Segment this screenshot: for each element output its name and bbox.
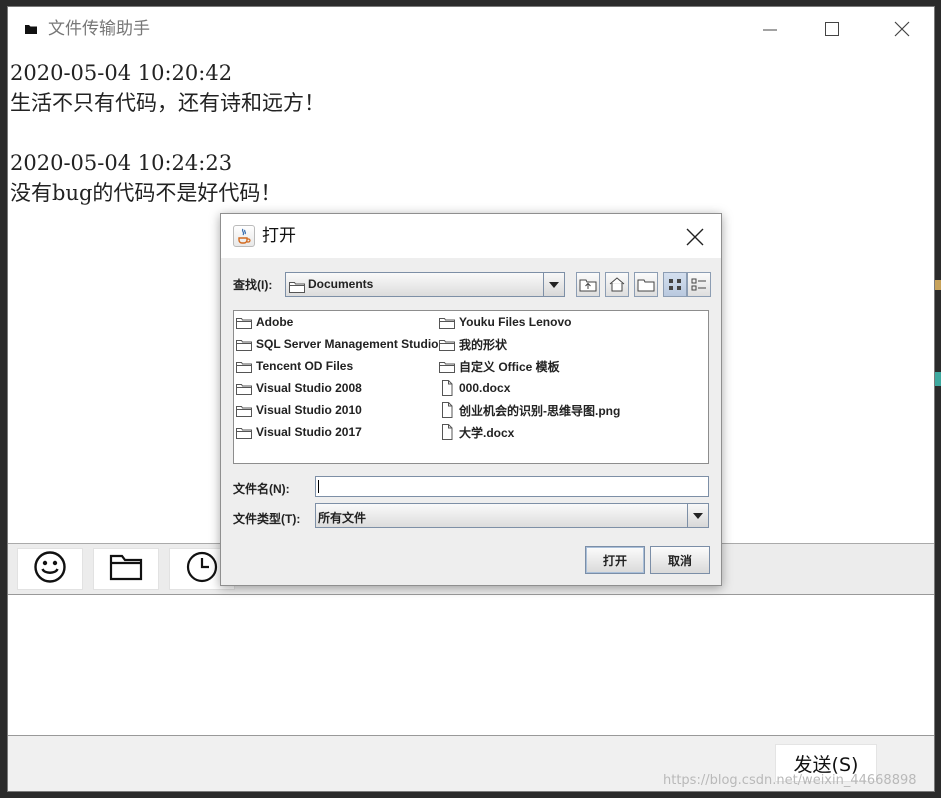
new-folder-button[interactable] <box>634 272 658 297</box>
file-name: SQL Server Management Studio <box>256 337 439 351</box>
folder-icon <box>236 427 252 439</box>
folder-icon <box>236 339 252 351</box>
folder-icon <box>439 317 455 329</box>
file-name-input[interactable] <box>315 476 709 497</box>
message-time: 2020-05-04 10:20:42 <box>10 61 233 85</box>
file-name: Visual Studio 2017 <box>256 425 362 439</box>
open-file-dialog: 打开 查找(I): Documents Adobe SQL Server Man… <box>220 213 722 586</box>
file-name: 自定义 Office 模板 <box>459 359 560 374</box>
message-text: 生活不只有代码，还有诗和远方！ <box>10 91 325 115</box>
file-type-label: 文件类型(T): <box>233 512 301 526</box>
look-in-select[interactable]: Documents <box>285 272 565 297</box>
file-name: Tencent OD Files <box>256 359 354 373</box>
file-name: 000.docx <box>459 381 511 395</box>
chevron-down-icon[interactable] <box>543 273 564 296</box>
list-item[interactable]: Visual Studio 2008 <box>236 378 362 398</box>
list-item[interactable]: SQL Server Management Studio <box>236 334 439 354</box>
title-bar: 文件传输助手 <box>8 7 934 51</box>
send-file-button[interactable] <box>93 548 159 590</box>
file-name: Adobe <box>256 315 294 329</box>
folder-icon <box>439 361 455 373</box>
look-in-label: 查找(I): <box>233 278 273 292</box>
background-edge <box>935 372 941 386</box>
message-input[interactable] <box>8 594 934 736</box>
folder-icon <box>24 21 38 35</box>
close-button[interactable] <box>880 14 924 44</box>
file-icon <box>442 380 453 396</box>
list-item[interactable]: Visual Studio 2017 <box>236 422 362 442</box>
list-item[interactable]: 大学.docx <box>439 422 514 442</box>
list-item[interactable]: Adobe <box>236 312 293 332</box>
window-title: 文件传输助手 <box>48 19 150 39</box>
folder-icon <box>236 361 252 373</box>
file-list[interactable]: Adobe SQL Server Management Studio Tence… <box>233 310 709 464</box>
folder-icon <box>109 552 143 586</box>
details-view-button[interactable] <box>687 272 711 297</box>
list-view-button[interactable] <box>663 272 687 297</box>
file-name: 大学.docx <box>459 425 515 440</box>
smile-icon <box>33 550 67 588</box>
cancel-button[interactable]: 取消 <box>650 546 710 574</box>
file-name-label: 文件名(N): <box>233 482 290 496</box>
clock-icon <box>185 550 219 588</box>
folder-icon <box>236 405 252 417</box>
file-name: 我的形状 <box>459 337 508 352</box>
open-button[interactable]: 打开 <box>585 546 645 574</box>
list-item[interactable]: 我的形状 <box>439 334 507 354</box>
up-one-level-button[interactable] <box>576 272 600 297</box>
folder-icon <box>289 278 305 297</box>
file-icon <box>442 402 453 418</box>
home-button[interactable] <box>605 272 629 297</box>
message-time: 2020-05-04 10:24:23 <box>10 151 233 175</box>
text-caret <box>318 480 319 493</box>
folder-icon <box>236 383 252 395</box>
background-edge <box>935 280 941 290</box>
file-icon <box>442 424 453 440</box>
file-type-select[interactable]: 所有文件 <box>315 503 709 528</box>
message-text: 没有bug的代码不是好代码！ <box>10 181 282 205</box>
emoji-button[interactable] <box>17 548 83 590</box>
file-type-value: 所有文件 <box>318 511 367 525</box>
list-item[interactable]: 自定义 Office 模板 <box>439 356 560 376</box>
list-item[interactable]: 000.docx <box>439 378 510 398</box>
dialog-title: 打开 <box>262 226 296 246</box>
list-item[interactable]: 创业机会的识别-思维导图.png <box>439 400 620 420</box>
list-item[interactable]: Visual Studio 2010 <box>236 400 362 420</box>
minimize-button[interactable] <box>752 14 788 44</box>
java-icon <box>233 225 255 247</box>
folder-icon <box>236 317 252 329</box>
chevron-down-icon[interactable] <box>687 504 708 527</box>
file-name: Visual Studio 2008 <box>256 381 362 395</box>
file-name: Visual Studio 2010 <box>256 403 362 417</box>
file-name: Youku Files Lenovo <box>459 315 572 329</box>
look-in-value: Documents <box>308 277 374 291</box>
dialog-close-button[interactable] <box>681 224 709 250</box>
list-item[interactable]: Youku Files Lenovo <box>439 312 571 332</box>
watermark-text: https://blog.csdn.net/weixin_44668898 <box>663 773 917 788</box>
dialog-title-bar: 打开 <box>221 214 721 258</box>
folder-icon <box>439 339 455 351</box>
list-item[interactable]: Tencent OD Files <box>236 356 353 376</box>
maximize-button[interactable] <box>814 14 850 44</box>
file-name: 创业机会的识别-思维导图.png <box>459 403 621 418</box>
